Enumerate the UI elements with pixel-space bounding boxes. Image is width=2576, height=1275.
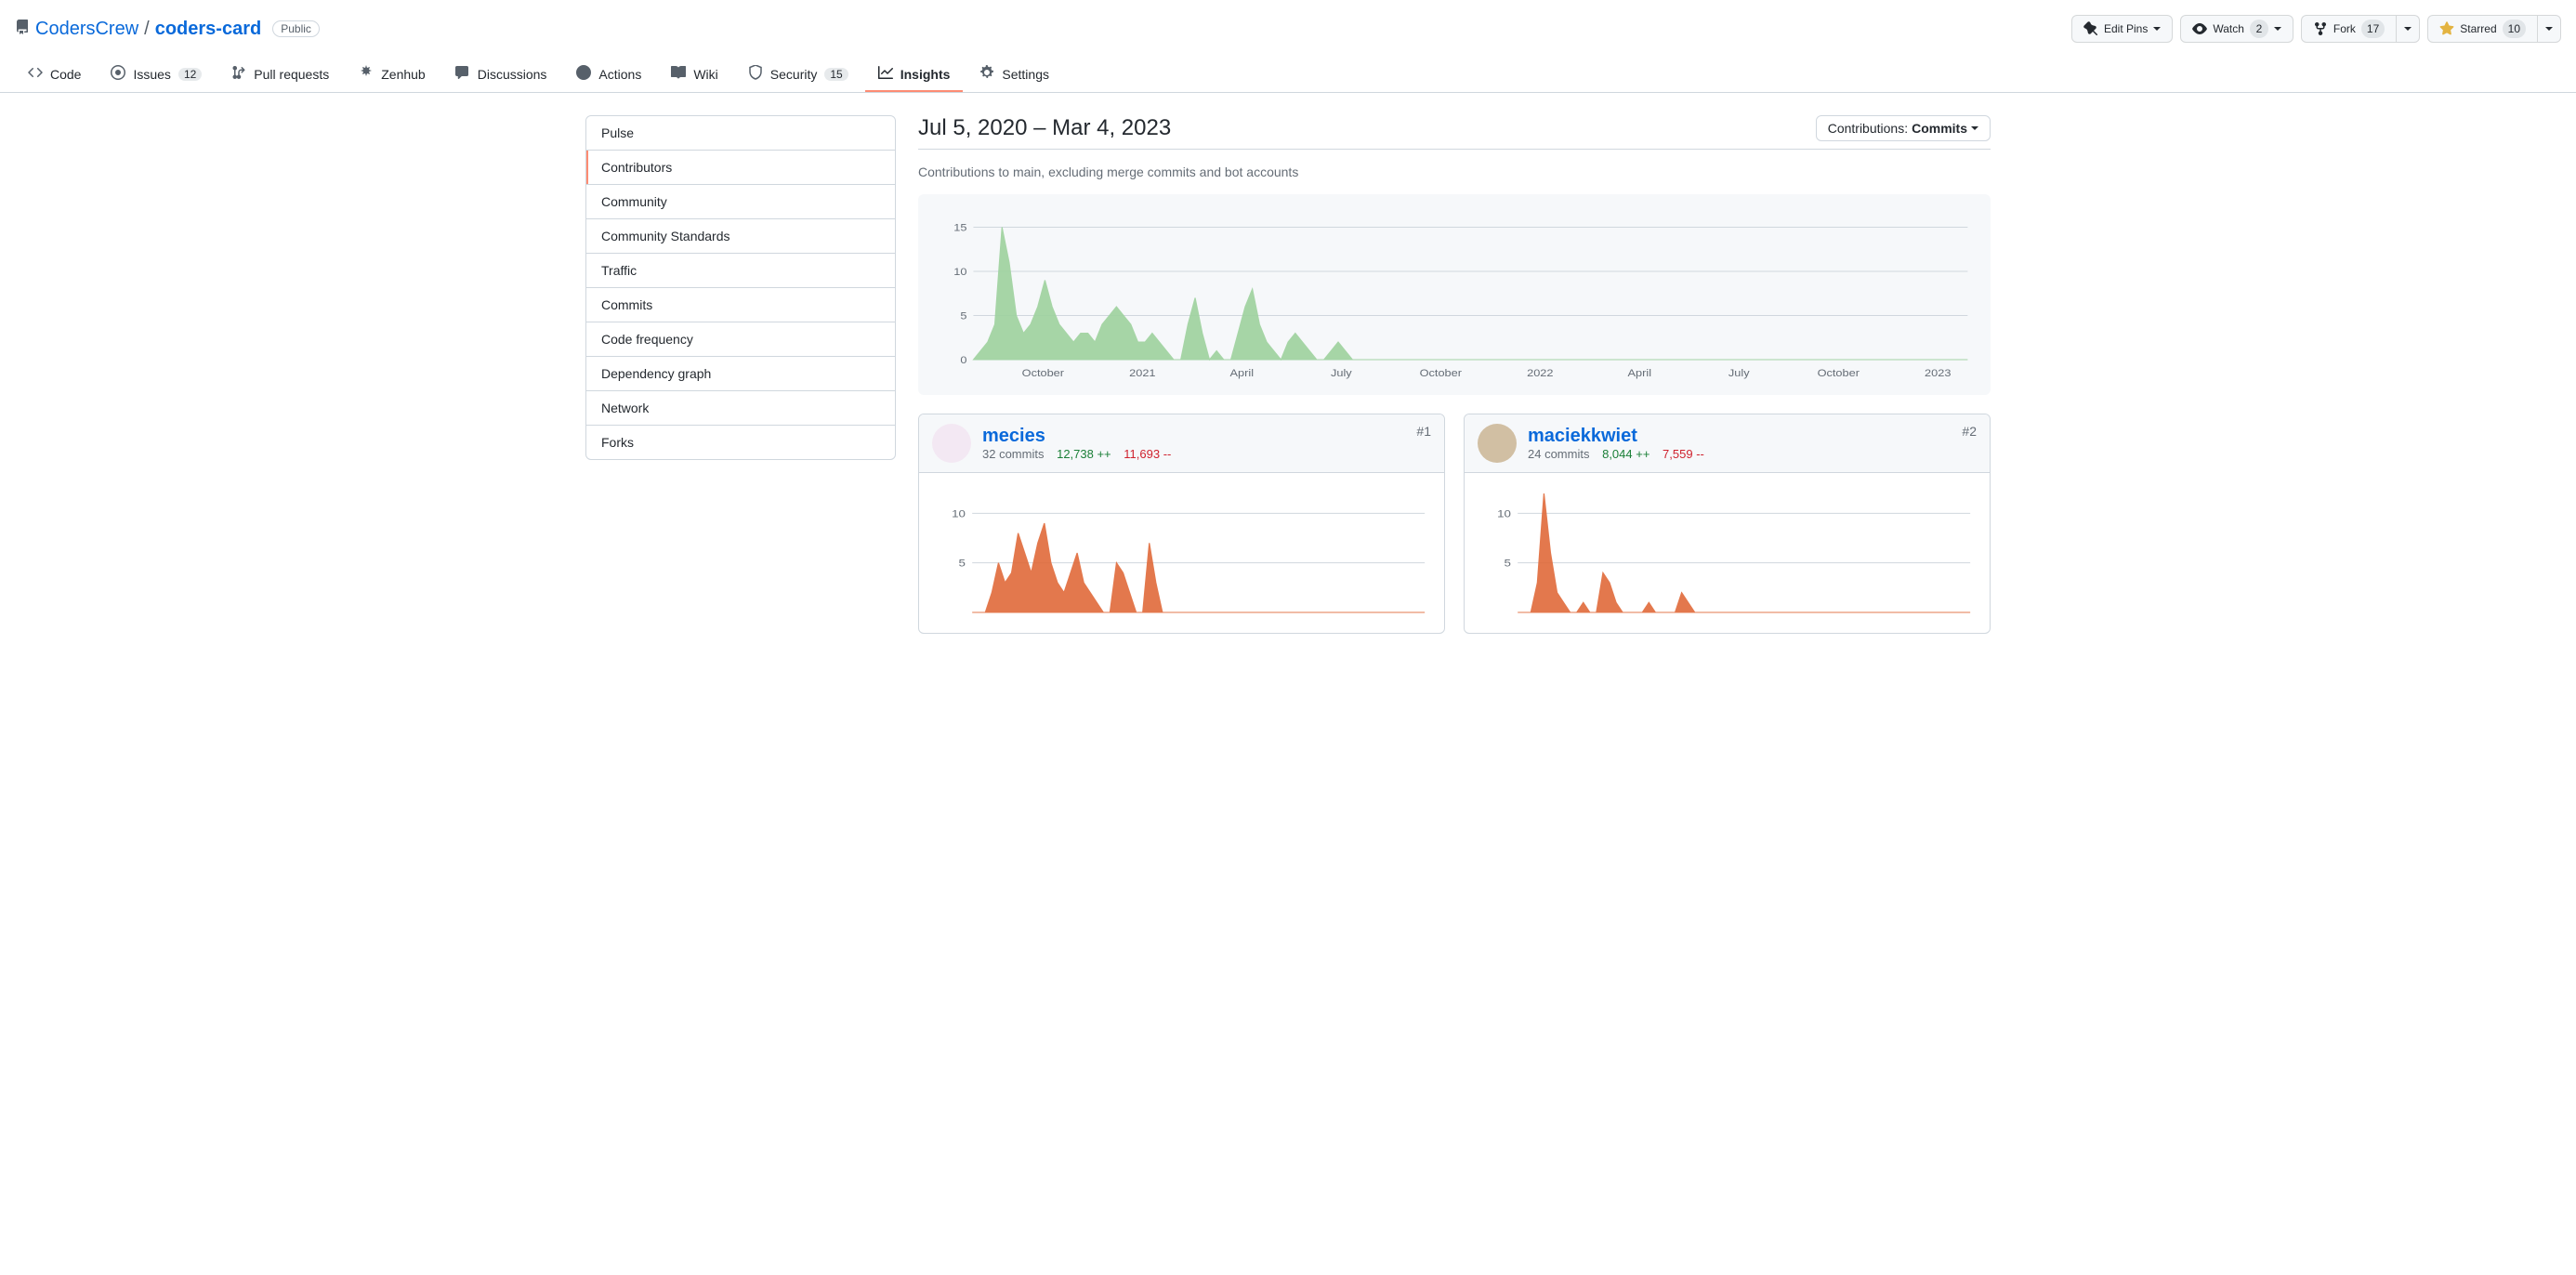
gear-icon <box>979 65 994 83</box>
issues-count: 12 <box>178 68 202 81</box>
tab-zenhub[interactable]: Zenhub <box>346 58 438 92</box>
fork-count: 17 <box>2361 20 2385 38</box>
svg-text:5: 5 <box>1505 558 1512 570</box>
pin-icon <box>2083 21 2098 36</box>
page-title: Jul 5, 2020 – Mar 4, 2023 <box>918 115 1171 141</box>
svg-text:April: April <box>1628 367 1652 379</box>
play-icon <box>576 65 591 83</box>
sidebar-item-code-frequency[interactable]: Code frequency <box>586 322 895 357</box>
caret-down-icon <box>2404 27 2412 31</box>
pull-request-icon <box>231 65 246 83</box>
svg-text:10: 10 <box>953 266 967 278</box>
zenhub-icon <box>359 65 374 83</box>
deletions: 11,693 -- <box>1124 447 1171 461</box>
avatar[interactable] <box>932 424 971 463</box>
contributor-card: maciekkwiet 24 commits 8,044 ++ 7,559 --… <box>1464 414 1991 634</box>
tab-code[interactable]: Code <box>15 58 94 92</box>
sidebar-item-community[interactable]: Community <box>586 185 895 219</box>
tab-pulls[interactable]: Pull requests <box>218 58 342 92</box>
caret-down-icon <box>1971 126 1978 130</box>
svg-text:15: 15 <box>953 221 967 233</box>
contributor-link[interactable]: mecies <box>982 426 1045 446</box>
caret-down-icon <box>2153 27 2161 31</box>
repo-icon <box>15 19 30 40</box>
rank-badge: #1 <box>1416 424 1431 439</box>
additions: 12,738 ++ <box>1057 447 1111 461</box>
sidebar-item-commits[interactable]: Commits <box>586 288 895 322</box>
sidebar-item-contributors[interactable]: Contributors <box>586 151 895 185</box>
discussion-icon <box>455 65 470 83</box>
star-button[interactable]: Starred 10 <box>2427 15 2538 43</box>
sidebar-item-network[interactable]: Network <box>586 391 895 426</box>
security-count: 15 <box>824 68 848 81</box>
svg-text:October: October <box>1420 367 1462 379</box>
svg-text:April: April <box>1230 367 1255 379</box>
svg-text:5: 5 <box>959 558 966 570</box>
tab-security[interactable]: Security15 <box>735 58 861 92</box>
svg-text:10: 10 <box>952 507 966 519</box>
sidebar-item-forks[interactable]: Forks <box>586 426 895 459</box>
svg-text:October: October <box>1022 367 1064 379</box>
owner-link[interactable]: CodersCrew <box>35 19 138 40</box>
additions: 8,044 ++ <box>1602 447 1649 461</box>
svg-text:2023: 2023 <box>1925 367 1952 379</box>
sidebar-item-community-standards[interactable]: Community Standards <box>586 219 895 254</box>
contributions-dropdown[interactable]: Contributions: Commits <box>1816 115 1991 141</box>
tab-insights[interactable]: Insights <box>865 58 964 92</box>
sidebar-item-pulse[interactable]: Pulse <box>586 116 895 151</box>
svg-text:July: July <box>1331 367 1352 379</box>
graph-icon <box>878 65 893 83</box>
caret-down-icon <box>2274 27 2281 31</box>
commit-count: 32 commits <box>982 447 1044 461</box>
shield-icon <box>748 65 763 83</box>
insights-menu: PulseContributorsCommunityCommunity Stan… <box>585 115 896 460</box>
deletions: 7,559 -- <box>1663 447 1704 461</box>
rank-badge: #2 <box>1962 424 1977 439</box>
svg-text:July: July <box>1728 367 1750 379</box>
star-dropdown[interactable] <box>2538 15 2561 43</box>
header-actions: Edit Pins Watch 2 Fork 17 Starred <box>2071 15 2561 43</box>
tab-actions[interactable]: Actions <box>563 58 654 92</box>
watch-button[interactable]: Watch 2 <box>2180 15 2293 43</box>
star-count: 10 <box>2503 20 2526 38</box>
page-subtitle: Contributions to main, excluding merge c… <box>918 164 1991 179</box>
svg-text:2021: 2021 <box>1129 367 1156 379</box>
avatar[interactable] <box>1478 424 1517 463</box>
eye-icon <box>2192 21 2207 36</box>
edit-pins-button[interactable]: Edit Pins <box>2071 15 2173 43</box>
issue-icon <box>111 65 125 83</box>
repo-nav: Code Issues12 Pull requests Zenhub Discu… <box>0 58 2576 93</box>
overview-chart: 0 5 10 15 October 2021 April July October 2022 Apr… <box>918 194 1991 395</box>
book-icon <box>671 65 686 83</box>
svg-text:0: 0 <box>960 354 966 366</box>
tab-wiki[interactable]: Wiki <box>658 58 730 92</box>
svg-text:2022: 2022 <box>1527 367 1554 379</box>
visibility-badge: Public <box>272 20 320 37</box>
fork-dropdown[interactable] <box>2397 15 2420 43</box>
code-icon <box>28 65 43 83</box>
fork-icon <box>2313 21 2328 36</box>
breadcrumb: CodersCrew / coders-card Public <box>15 19 320 40</box>
watch-count: 2 <box>2250 20 2268 38</box>
tab-settings[interactable]: Settings <box>966 58 1062 92</box>
caret-down-icon <box>2545 27 2553 31</box>
svg-text:5: 5 <box>960 309 966 322</box>
star-icon <box>2439 21 2454 36</box>
repo-link[interactable]: coders-card <box>155 19 262 40</box>
fork-button[interactable]: Fork 17 <box>2301 15 2397 43</box>
tab-issues[interactable]: Issues12 <box>98 58 215 92</box>
sidebar-item-traffic[interactable]: Traffic <box>586 254 895 288</box>
contributor-card: mecies 32 commits 12,738 ++ 11,693 -- #1… <box>918 414 1445 634</box>
svg-text:10: 10 <box>1497 507 1511 519</box>
sidebar-item-dependency-graph[interactable]: Dependency graph <box>586 357 895 391</box>
svg-text:October: October <box>1818 367 1860 379</box>
commit-count: 24 commits <box>1528 447 1589 461</box>
tab-discussions[interactable]: Discussions <box>442 58 560 92</box>
contributor-link[interactable]: maciekkwiet <box>1528 426 1637 446</box>
